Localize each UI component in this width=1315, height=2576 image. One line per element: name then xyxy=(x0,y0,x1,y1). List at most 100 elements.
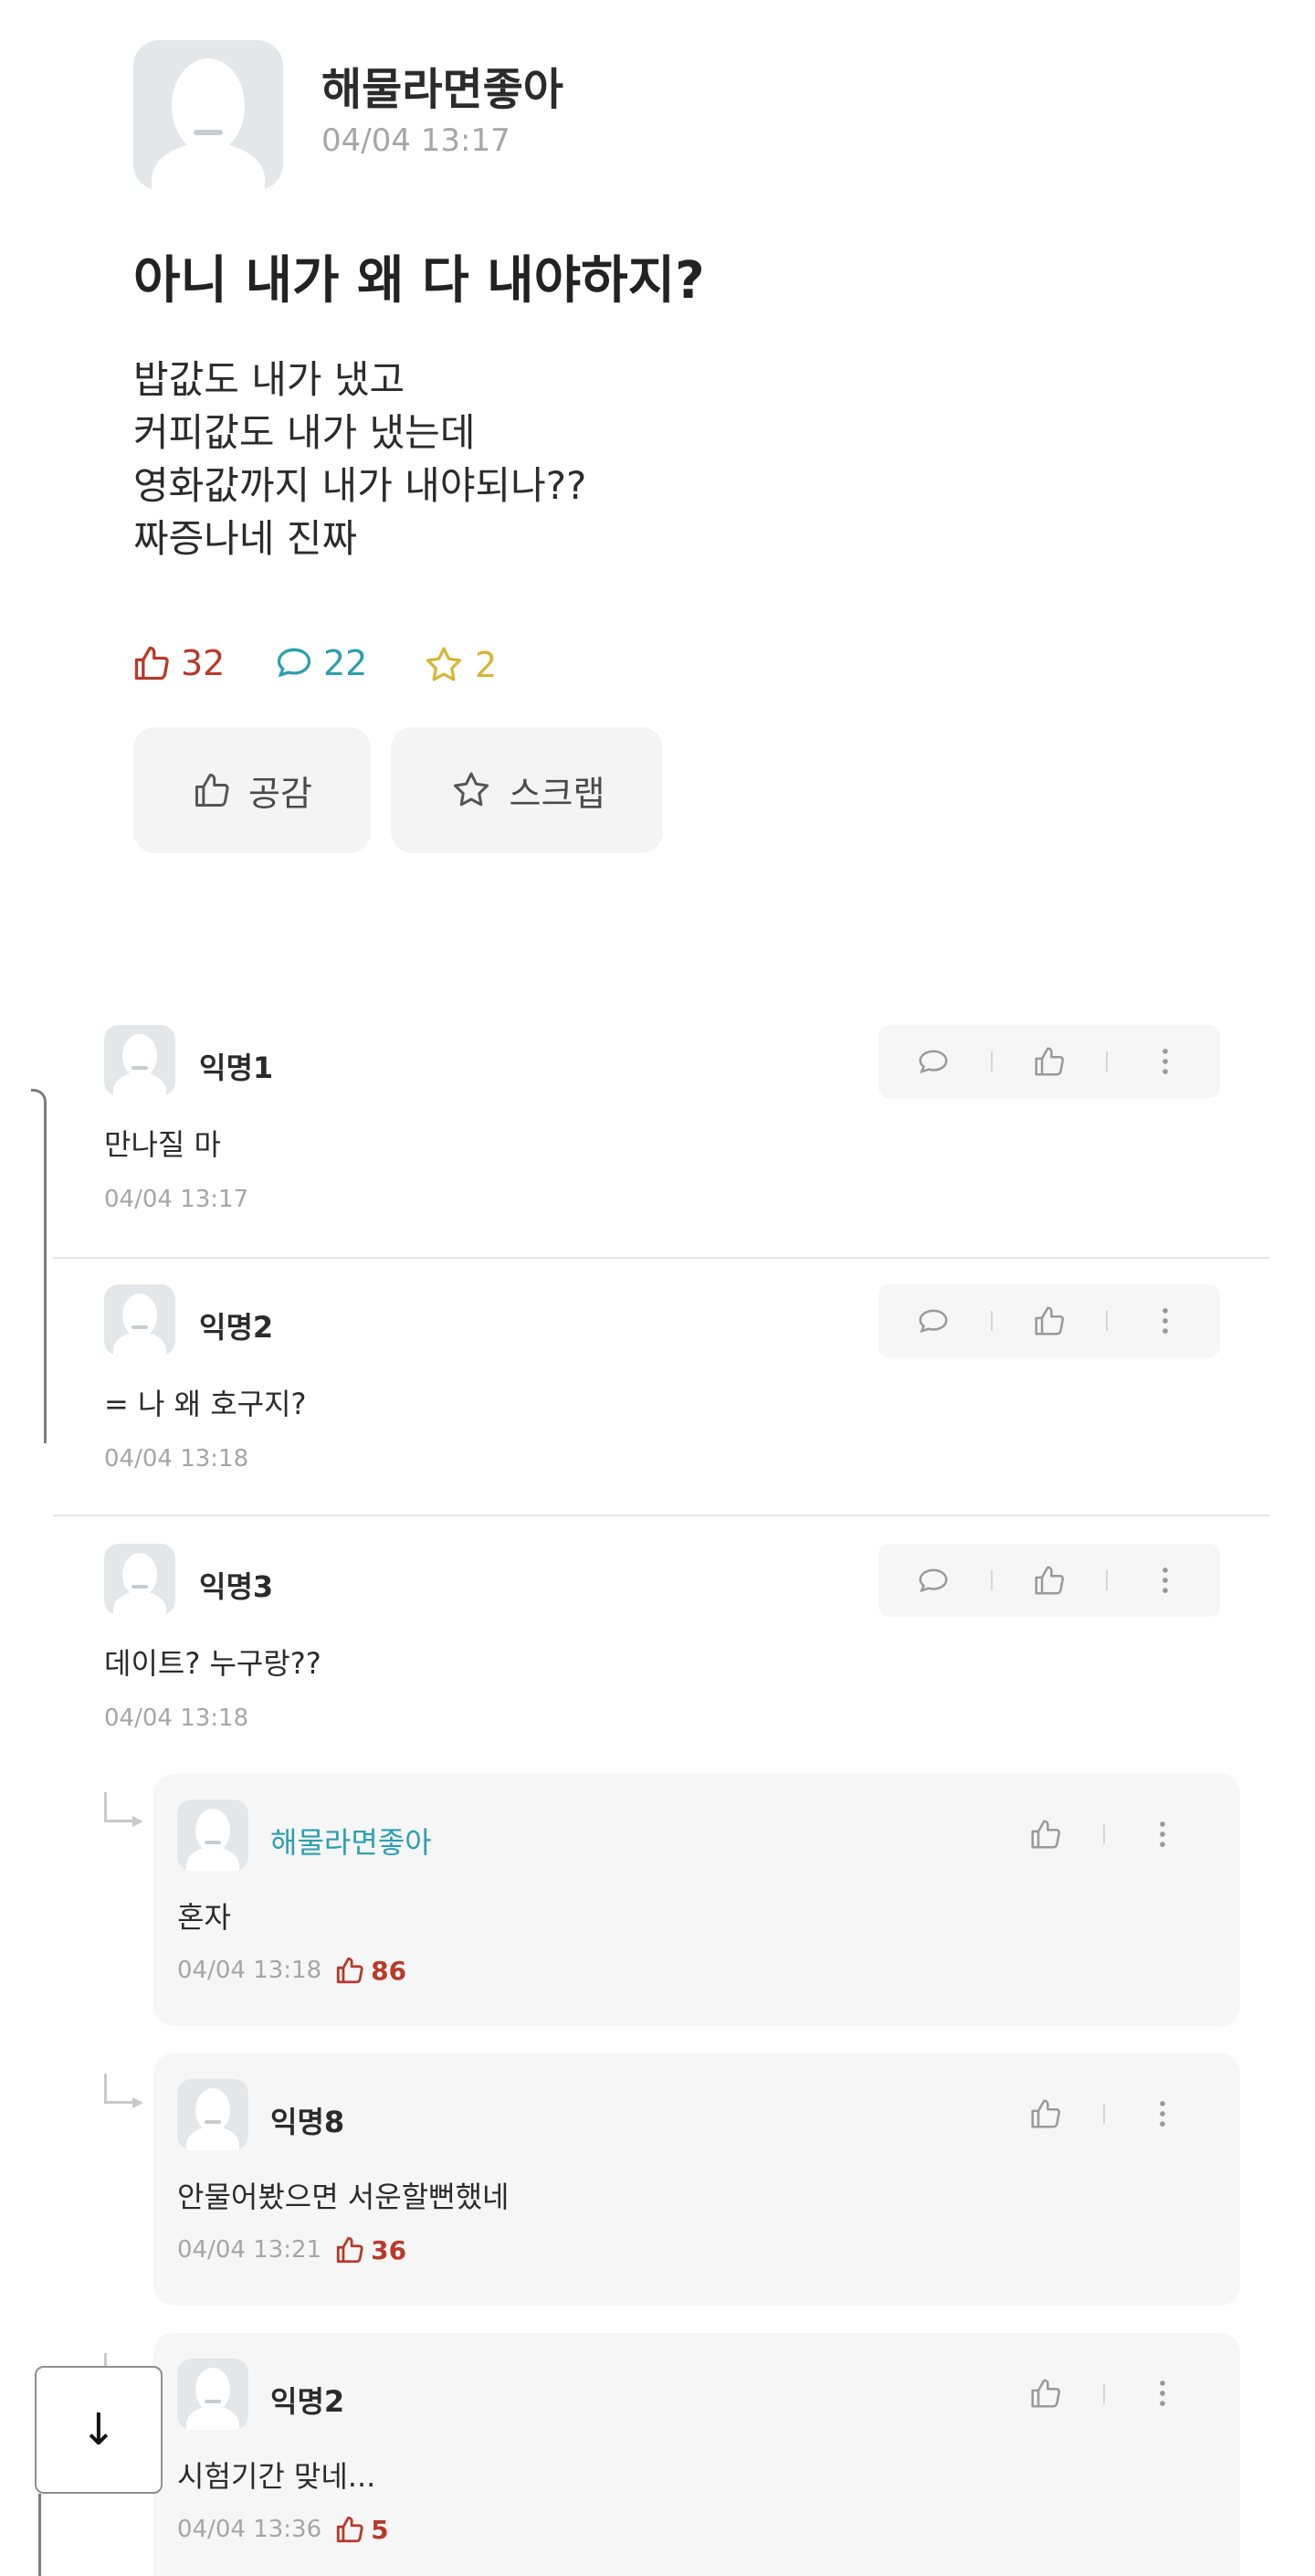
thumbs-up-icon xyxy=(1031,1820,1060,1849)
reply-action-bar xyxy=(990,2077,1218,2150)
comment-author[interactable]: 익명1 xyxy=(199,1045,273,1087)
reply-author[interactable]: 해물라면좋아 xyxy=(270,1820,432,1862)
thread-bracket xyxy=(27,1089,47,1443)
more-options-button[interactable] xyxy=(1138,1553,1193,1608)
reply-author[interactable]: 익명2 xyxy=(270,2379,344,2421)
more-vertical-icon xyxy=(1160,2101,1166,2127)
star-icon xyxy=(426,647,462,681)
comment-text: 데이트? 누구랑?? xyxy=(104,1646,321,1681)
comment-action-bar xyxy=(878,1025,1220,1098)
comment-text: = 나 왜 호구지? xyxy=(104,1387,307,1421)
comment-timestamp: 04/04 13:17 xyxy=(104,1186,249,1213)
reply-avatar[interactable] xyxy=(177,2079,248,2150)
comment-timestamp: 04/04 13:18 xyxy=(104,1705,249,1732)
comment-avatar[interactable] xyxy=(104,1284,175,1356)
more-options-button[interactable] xyxy=(1135,2086,1190,2141)
scrap-button-label: 스크랩 xyxy=(509,773,605,814)
comment-avatar[interactable] xyxy=(104,1025,175,1096)
reply-text: 안물어봤으면 서운할뻔했네 xyxy=(177,2180,510,2214)
speech-bubble-icon xyxy=(919,1309,948,1334)
reply-button[interactable] xyxy=(906,1034,961,1089)
reply-timestamp: 04/04 13:36 xyxy=(177,2516,322,2543)
more-vertical-icon xyxy=(1162,1049,1168,1074)
post-scrap-count: 2 xyxy=(422,643,497,687)
more-vertical-icon xyxy=(1160,2381,1166,2406)
reply-meta: 04/04 13:21 36 xyxy=(177,2234,406,2265)
reply-text: 혼자 xyxy=(177,1900,231,1935)
reply-like-button[interactable] xyxy=(1018,2086,1073,2141)
post-comment-count: 22 xyxy=(274,643,367,683)
thumbs-up-icon xyxy=(336,2236,363,2264)
comment-divider xyxy=(53,1257,1269,1259)
reply-timestamp: 04/04 13:18 xyxy=(177,1957,322,1984)
more-vertical-icon xyxy=(1162,1308,1168,1334)
thumbs-up-icon xyxy=(1035,1047,1065,1076)
comment-author[interactable]: 익명2 xyxy=(199,1304,273,1346)
scrap-button[interactable]: 스크랩 xyxy=(391,727,663,853)
comment-action-bar xyxy=(878,1284,1220,1357)
star-icon xyxy=(453,772,489,807)
thumbs-up-icon xyxy=(1031,2099,1060,2128)
reply-timestamp: 04/04 13:21 xyxy=(177,2236,322,2264)
like-count-value: 32 xyxy=(181,643,226,683)
scroll-down-button[interactable]: ↓ xyxy=(35,2366,163,2494)
reply-like-button[interactable] xyxy=(1018,2366,1073,2421)
more-options-button[interactable] xyxy=(1138,1293,1193,1348)
like-button-label: 공감 xyxy=(248,773,312,814)
post-author-name[interactable]: 해물라면좋아 xyxy=(321,53,563,117)
reply-action-bar xyxy=(990,2357,1218,2430)
arrow-down-icon: ↓ xyxy=(79,2404,118,2455)
reply-button[interactable] xyxy=(906,1293,961,1348)
post-body-line: 짜증나네 진짜 xyxy=(133,516,358,561)
reply-avatar[interactable] xyxy=(177,2359,248,2430)
thumbs-up-icon xyxy=(1035,1306,1065,1336)
reply-like-count: 86 xyxy=(334,1955,406,1986)
reply-like-count: 5 xyxy=(334,2514,389,2545)
more-options-button[interactable] xyxy=(1135,1807,1190,1862)
speech-bubble-icon xyxy=(919,1568,948,1593)
thumbs-up-icon xyxy=(134,646,169,681)
comment-like-button[interactable] xyxy=(1022,1293,1077,1348)
thumbs-up-icon xyxy=(195,774,229,807)
comment-timestamp: 04/04 13:18 xyxy=(104,1445,249,1473)
post-body-line: 커피값도 내가 냈는데 xyxy=(133,410,476,455)
more-vertical-icon xyxy=(1162,1568,1168,1593)
reply-arrow-icon xyxy=(104,2074,143,2108)
reply-like-value: 86 xyxy=(371,1955,407,1986)
more-options-button[interactable] xyxy=(1138,1034,1193,1089)
comment-action-bar xyxy=(878,1544,1220,1617)
reply-like-count: 36 xyxy=(334,2234,406,2265)
comment-divider xyxy=(53,1515,1269,1516)
comment-text: 만나질 마 xyxy=(104,1127,221,1162)
thumbs-up-icon xyxy=(336,1957,363,1984)
thumbs-up-icon xyxy=(1035,1566,1065,1595)
post-title: 아니 내가 왜 다 내야하지? xyxy=(133,251,705,311)
more-vertical-icon xyxy=(1160,1821,1166,1847)
comment-author[interactable]: 익명3 xyxy=(199,1564,273,1606)
reply-text: 시험기간 맞네... xyxy=(177,2459,376,2494)
thread-line xyxy=(38,2494,41,2576)
comment-like-button[interactable] xyxy=(1022,1553,1077,1608)
more-options-button[interactable] xyxy=(1135,2366,1190,2421)
comment-like-button[interactable] xyxy=(1022,1034,1077,1089)
reply-arrow-icon xyxy=(104,1792,143,1827)
comment-avatar[interactable] xyxy=(104,1544,175,1615)
like-button[interactable]: 공감 xyxy=(133,727,371,853)
reply-button[interactable] xyxy=(906,1553,961,1608)
post-body-line: 영화값까지 내가 내야되나?? xyxy=(133,463,587,508)
reply-avatar[interactable] xyxy=(177,1800,248,1871)
post-body-line: 밥값도 내가 냈고 xyxy=(133,357,405,402)
reply-like-value: 5 xyxy=(371,2514,389,2545)
reply-meta: 04/04 13:36 5 xyxy=(177,2514,389,2545)
reply-like-button[interactable] xyxy=(1018,1807,1073,1862)
scrap-count-value: 2 xyxy=(475,645,498,685)
thumbs-up-icon xyxy=(1031,2379,1060,2408)
post-author-avatar[interactable] xyxy=(133,40,283,190)
post-like-count: 32 xyxy=(132,643,225,683)
post-timestamp: 04/04 13:17 xyxy=(321,122,510,159)
speech-bubble-icon xyxy=(919,1050,948,1074)
reply-meta: 04/04 13:18 86 xyxy=(177,1955,406,1986)
reply-author[interactable]: 익명8 xyxy=(270,2099,344,2141)
reply-action-bar xyxy=(990,1798,1218,1871)
reply-like-value: 36 xyxy=(371,2234,407,2265)
